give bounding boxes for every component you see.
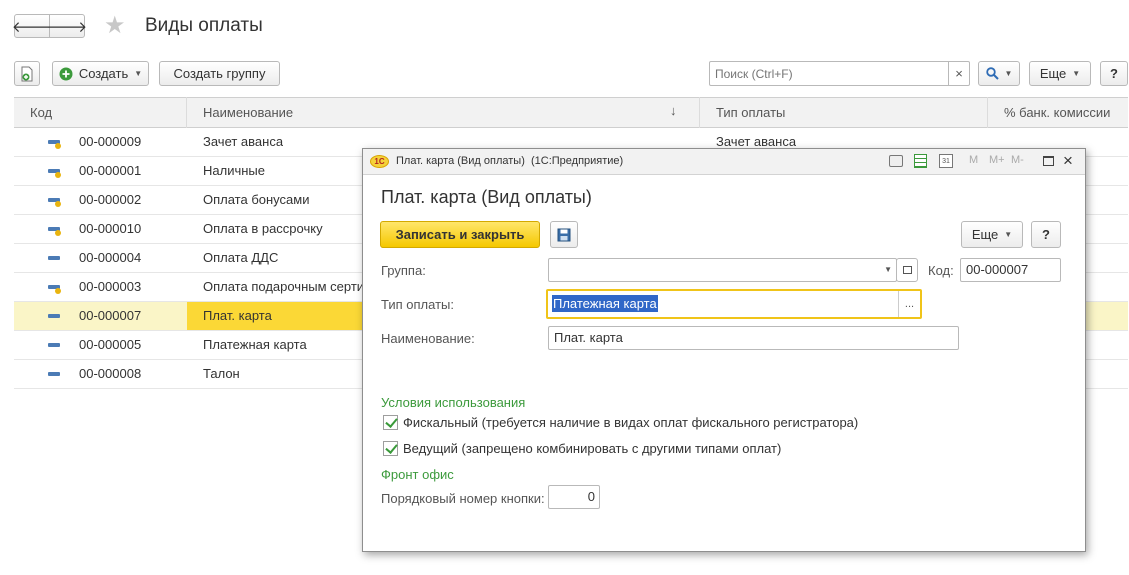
payment-type-label: Тип оплаты: xyxy=(381,297,454,312)
dialog-help-label: ? xyxy=(1042,227,1050,242)
item-marked-icon xyxy=(48,285,61,294)
code-cell: 00-000008 xyxy=(79,366,142,381)
search-button[interactable]: ▼ xyxy=(978,61,1020,86)
code-cell: 00-000004 xyxy=(79,250,142,265)
more-button[interactable]: Еще ▼ xyxy=(1029,61,1091,86)
code-cell: 00-000002 xyxy=(79,192,142,207)
code-cell: 00-000009 xyxy=(79,134,142,149)
create-group-button[interactable]: Создать группу xyxy=(159,61,280,86)
search-icon xyxy=(985,67,999,80)
plus-circle-icon xyxy=(59,67,73,80)
dialog-help-button[interactable]: ? xyxy=(1031,221,1061,248)
name-cell: Талон xyxy=(203,366,240,381)
name-field[interactable]: Плат. карта xyxy=(548,326,959,350)
arrow-right-icon: 🡒 xyxy=(46,18,88,36)
usage-conditions-heading: Условия использования xyxy=(381,395,526,410)
column-header-name[interactable]: Наименование xyxy=(187,97,700,128)
chevron-down-icon: ▼ xyxy=(134,69,143,78)
name-cell: Зачет аванса xyxy=(203,134,284,149)
app-logo-icon: 1С xyxy=(370,155,389,168)
item-icon xyxy=(48,314,60,318)
leading-checkbox[interactable] xyxy=(383,441,398,456)
maximize-icon[interactable] xyxy=(1043,156,1054,166)
item-icon xyxy=(48,372,60,376)
memory-minus-icon[interactable]: M- xyxy=(1011,154,1024,166)
ellipsis-button[interactable]: ... xyxy=(898,291,920,317)
name-cell: Плат. карта xyxy=(187,302,362,330)
fiscal-checkbox[interactable] xyxy=(383,415,398,430)
item-marked-icon xyxy=(48,198,61,207)
dialog-titlebar-text: Плат. карта (Вид оплаты) (1С:Предприятие… xyxy=(396,155,624,167)
payment-type-field[interactable]: Платежная карта ... xyxy=(546,289,922,319)
code-cell: 00-000007 xyxy=(79,308,142,323)
close-icon: × xyxy=(955,66,963,81)
floppy-disk-icon xyxy=(557,228,571,241)
close-icon[interactable]: × xyxy=(1063,151,1073,171)
payment-type-dialog: 1С Плат. карта (Вид оплаты) (1С:Предприя… xyxy=(362,148,1086,552)
print-icon[interactable] xyxy=(889,155,903,167)
code-cell: 00-000001 xyxy=(79,163,142,178)
memory-plus-icon[interactable]: M+ xyxy=(989,154,1005,166)
button-number-label: Порядковый номер кнопки: xyxy=(381,491,545,506)
code-cell: 00-000005 xyxy=(79,337,142,352)
open-window-icon xyxy=(902,266,912,274)
create-label: Создать xyxy=(78,66,129,81)
name-cell: Наличные xyxy=(203,163,265,178)
code-field[interactable]: 00-000007 xyxy=(960,258,1061,282)
create-button[interactable]: Создать ▼ xyxy=(52,61,149,86)
save-button[interactable] xyxy=(550,221,578,248)
clear-search-button[interactable]: × xyxy=(948,61,970,86)
front-office-heading: Фронт офис xyxy=(381,467,454,482)
new-document-icon xyxy=(21,66,33,81)
group-label: Группа: xyxy=(381,263,426,278)
chevron-down-icon[interactable]: ▼ xyxy=(884,259,892,281)
page-title: Виды оплаты xyxy=(145,15,263,36)
save-and-close-label: Записать и закрыть xyxy=(395,227,525,242)
code-cell: 00-000010 xyxy=(79,221,142,236)
item-marked-icon xyxy=(48,169,61,178)
name-cell: Оплата в рассрочку xyxy=(203,221,323,236)
payment-type-value: Платежная карта xyxy=(552,295,658,312)
item-marked-icon xyxy=(48,140,61,149)
help-button[interactable]: ? xyxy=(1100,61,1128,86)
group-field[interactable]: ▼ xyxy=(548,258,897,282)
open-group-button[interactable] xyxy=(896,258,918,282)
back-button[interactable]: 🡐 xyxy=(12,14,52,38)
favorite-star-icon[interactable]: ★ xyxy=(104,12,126,40)
save-and-close-button[interactable]: Записать и закрыть xyxy=(380,221,540,248)
item-icon xyxy=(48,343,60,347)
dialog-title: Плат. карта (Вид оплаты) xyxy=(381,187,592,207)
code-label: Код: xyxy=(928,263,954,278)
search-input[interactable] xyxy=(709,61,949,86)
column-header-bank-commission[interactable]: % банк. комиссии xyxy=(988,97,1128,128)
chevron-down-icon: ▼ xyxy=(1004,230,1013,239)
sort-desc-icon: ↓ xyxy=(670,103,677,118)
item-marked-icon xyxy=(48,227,61,236)
name-cell: Оплата бонусами xyxy=(203,192,310,207)
dialog-more-button[interactable]: Еще ▼ xyxy=(961,221,1023,248)
code-cell: 00-000003 xyxy=(79,279,142,294)
item-icon xyxy=(48,256,60,260)
memory-icon[interactable]: M xyxy=(969,154,978,166)
column-header-code[interactable]: Код xyxy=(14,97,187,128)
dialog-more-label: Еще xyxy=(971,227,999,242)
name-label: Наименование: xyxy=(381,331,475,346)
fiscal-checkbox-label[interactable]: Фискальный (требуется наличие в видах оп… xyxy=(403,415,858,430)
column-header-payment-type[interactable]: Тип оплаты xyxy=(700,97,988,128)
forward-button[interactable]: 🡒 xyxy=(46,14,88,38)
chevron-down-icon: ▼ xyxy=(1072,69,1081,78)
help-label: ? xyxy=(1110,66,1118,81)
dialog-titlebar: 1С Плат. карта (Вид оплаты) (1С:Предприя… xyxy=(363,149,1085,175)
more-label: Еще xyxy=(1039,66,1067,81)
calendar-icon[interactable]: 31 xyxy=(939,154,953,168)
copy-button[interactable] xyxy=(14,61,40,86)
name-cell: Платежная карта xyxy=(203,337,307,352)
name-cell: Оплата подарочным серти xyxy=(203,279,363,294)
chevron-down-icon: ▼ xyxy=(1004,69,1013,78)
leading-checkbox-label[interactable]: Ведущий (запрещено комбинировать с други… xyxy=(403,441,781,456)
button-number-field[interactable]: 0 xyxy=(548,485,600,509)
name-cell: Оплата ДДС xyxy=(203,250,279,265)
spreadsheet-icon[interactable] xyxy=(914,154,927,168)
create-group-label: Создать группу xyxy=(173,66,266,81)
